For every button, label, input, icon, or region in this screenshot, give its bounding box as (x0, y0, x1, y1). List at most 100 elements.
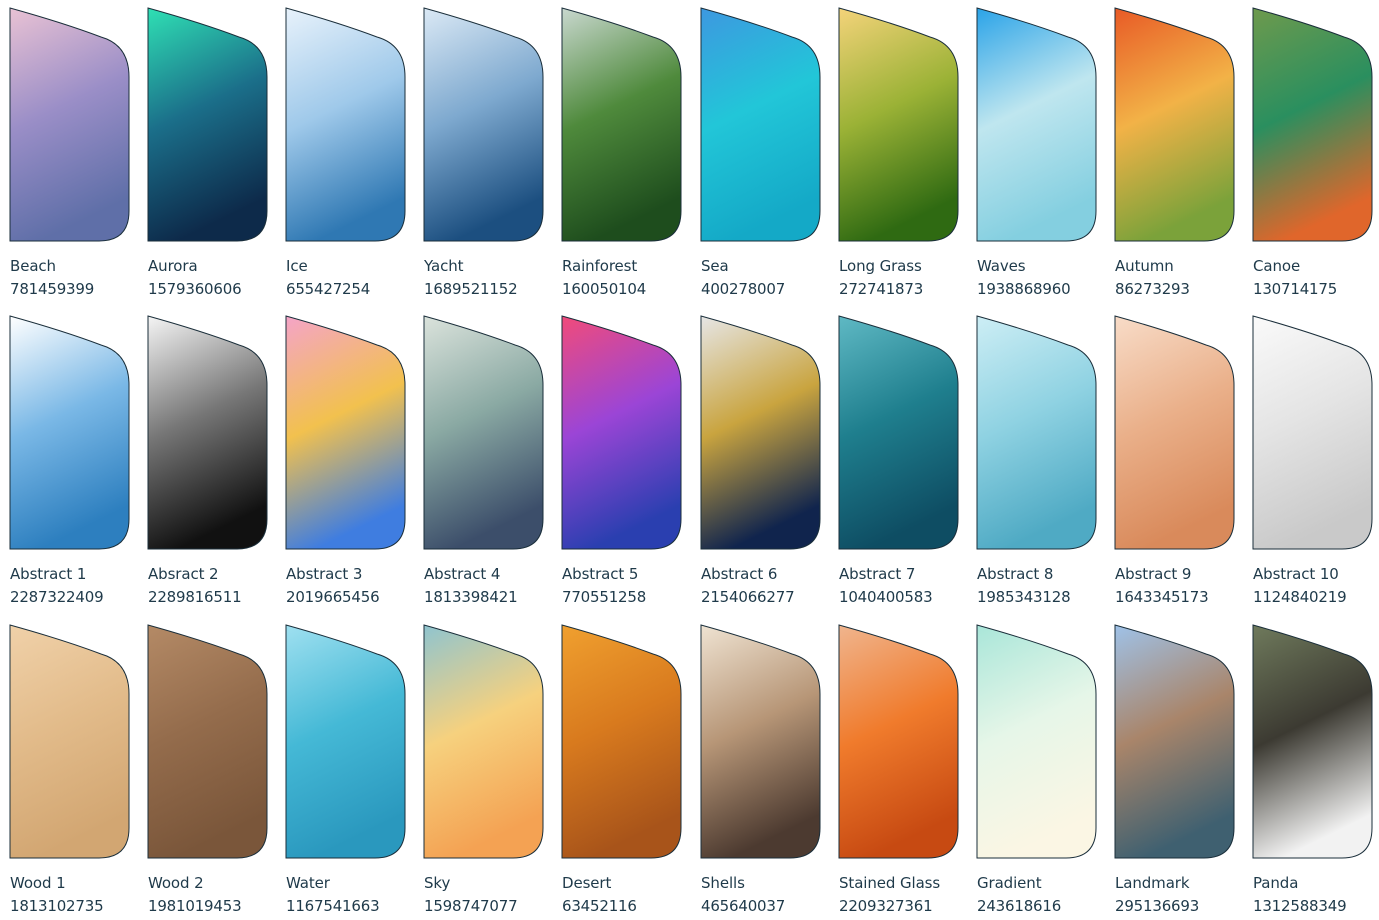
wallpaper-shape (1114, 315, 1235, 550)
wallpaper-shape (147, 624, 268, 859)
wallpaper-tile[interactable]: Abstract 3 2019665456 (285, 315, 407, 611)
wallpaper-code: 1938868960 (977, 280, 1071, 298)
wallpaper-code: 1813102735 (10, 897, 104, 915)
wallpaper-name: Abstract 6 (701, 565, 778, 583)
wallpaper-name: Beach (10, 257, 56, 275)
wallpaper-tile[interactable]: Abstract 7 1040400583 (838, 315, 960, 611)
wallpaper-shape (838, 7, 959, 242)
wallpaper-tile[interactable]: Long Grass 272741873 (838, 7, 960, 303)
wallpaper-code: 130714175 (1253, 280, 1338, 298)
wallpaper-tile[interactable]: Abstract 6 2154066277 (700, 315, 822, 611)
wallpaper-code: 2209327361 (839, 897, 933, 915)
wallpaper-tile[interactable]: Autumn 86273293 (1114, 7, 1236, 303)
wallpaper-name: Absract 2 (148, 565, 219, 583)
wallpaper-shape (423, 624, 544, 859)
wallpaper-tile[interactable]: Sky 1598747077 (423, 624, 545, 920)
wallpaper-tile[interactable]: Desert 63452116 (561, 624, 683, 920)
wallpaper-tile[interactable]: Stained Glass 2209327361 (838, 624, 960, 920)
wallpaper-shape (147, 315, 268, 550)
wallpaper-tile[interactable]: Yacht 1689521152 (423, 7, 545, 303)
wallpaper-code: 2154066277 (701, 588, 795, 606)
wallpaper-tile[interactable]: Abstract 4 1813398421 (423, 315, 545, 611)
wallpaper-shape (285, 624, 406, 859)
wallpaper-shape (838, 624, 959, 859)
wallpaper-code: 1040400583 (839, 588, 933, 606)
wallpaper-tile[interactable]: Abstract 5 770551258 (561, 315, 683, 611)
wallpaper-preview (285, 315, 407, 551)
wallpaper-tile[interactable]: Aurora 1579360606 (147, 7, 269, 303)
wallpaper-name: Ice (286, 257, 308, 275)
wallpaper-code: 781459399 (10, 280, 95, 298)
wallpaper-shape (700, 7, 821, 242)
wallpaper-shape (700, 315, 821, 550)
wallpaper-preview (1252, 7, 1374, 243)
wallpaper-name: Aurora (148, 257, 198, 275)
wallpaper-tile[interactable]: Water 1167541663 (285, 624, 407, 920)
wallpaper-code: 1167541663 (286, 897, 380, 915)
wallpaper-name: Wood 2 (148, 874, 204, 892)
wallpaper-code: 2019665456 (286, 588, 380, 606)
wallpaper-tile[interactable]: Wood 1 1813102735 (9, 624, 131, 920)
wallpaper-preview (9, 7, 131, 243)
wallpaper-tile[interactable]: Beach 781459399 (9, 7, 131, 303)
wallpaper-tile[interactable]: Absract 2 2289816511 (147, 315, 269, 611)
wallpaper-preview (1114, 624, 1236, 860)
wallpaper-tile[interactable]: Canoe 130714175 (1252, 7, 1374, 303)
wallpaper-shape (9, 7, 130, 242)
wallpaper-preview (700, 7, 822, 243)
wallpaper-preview (561, 624, 683, 860)
wallpaper-name: Abstract 8 (977, 565, 1054, 583)
wallpaper-tile[interactable]: Landmark 295136693 (1114, 624, 1236, 920)
wallpaper-tile[interactable]: Waves 1938868960 (976, 7, 1098, 303)
wallpaper-code: 1985343128 (977, 588, 1071, 606)
wallpaper-shape (1252, 7, 1373, 242)
wallpaper-shape (1114, 7, 1235, 242)
wallpaper-preview (561, 315, 683, 551)
wallpaper-preview (561, 7, 683, 243)
wallpaper-name: Gradient (977, 874, 1042, 892)
wallpaper-code: 2289816511 (148, 588, 242, 606)
wallpaper-tile[interactable]: Wood 2 1981019453 (147, 624, 269, 920)
wallpaper-preview (838, 315, 960, 551)
wallpaper-shape (561, 315, 682, 550)
wallpaper-preview (9, 624, 131, 860)
wallpaper-preview (838, 624, 960, 860)
wallpaper-code: 1579360606 (148, 280, 242, 298)
wallpaper-name: Abstract 4 (424, 565, 501, 583)
wallpaper-tile[interactable]: Abstract 1 2287322409 (9, 315, 131, 611)
wallpaper-shape (9, 624, 130, 859)
wallpaper-tile[interactable]: Shells 465640037 (700, 624, 822, 920)
wallpaper-name: Abstract 1 (10, 565, 87, 583)
wallpaper-name: Autumn (1115, 257, 1174, 275)
wallpaper-tile[interactable]: Sea 400278007 (700, 7, 822, 303)
wallpaper-name: Abstract 9 (1115, 565, 1192, 583)
wallpaper-code: 272741873 (839, 280, 924, 298)
wallpaper-code: 1598747077 (424, 897, 518, 915)
wallpaper-tile[interactable]: Abstract 10 1124840219 (1252, 315, 1374, 611)
wallpaper-shape (1252, 315, 1373, 550)
wallpaper-tile[interactable]: Gradient 243618616 (976, 624, 1098, 920)
wallpaper-code: 1124840219 (1253, 588, 1347, 606)
wallpaper-shape (9, 315, 130, 550)
wallpaper-shape (423, 315, 544, 550)
wallpaper-tile[interactable]: Abstract 8 1985343128 (976, 315, 1098, 611)
wallpaper-name: Abstract 5 (562, 565, 639, 583)
wallpaper-preview (285, 7, 407, 243)
wallpaper-preview (423, 624, 545, 860)
wallpaper-code: 1981019453 (148, 897, 242, 915)
wallpaper-code: 655427254 (286, 280, 371, 298)
wallpaper-preview (423, 315, 545, 551)
wallpaper-name: Landmark (1115, 874, 1190, 892)
wallpaper-tile[interactable]: Ice 655427254 (285, 7, 407, 303)
wallpaper-name: Long Grass (839, 257, 922, 275)
wallpaper-tile[interactable]: Rainforest 160050104 (561, 7, 683, 303)
wallpaper-shape (561, 624, 682, 859)
wallpaper-name: Abstract 7 (839, 565, 916, 583)
wallpaper-code: 1643345173 (1115, 588, 1209, 606)
wallpaper-name: Abstract 10 (1253, 565, 1339, 583)
wallpaper-name: Abstract 3 (286, 565, 363, 583)
wallpaper-shape (976, 7, 1097, 242)
wallpaper-code: 295136693 (1115, 897, 1200, 915)
wallpaper-tile[interactable]: Panda 1312588349 (1252, 624, 1374, 920)
wallpaper-tile[interactable]: Abstract 9 1643345173 (1114, 315, 1236, 611)
